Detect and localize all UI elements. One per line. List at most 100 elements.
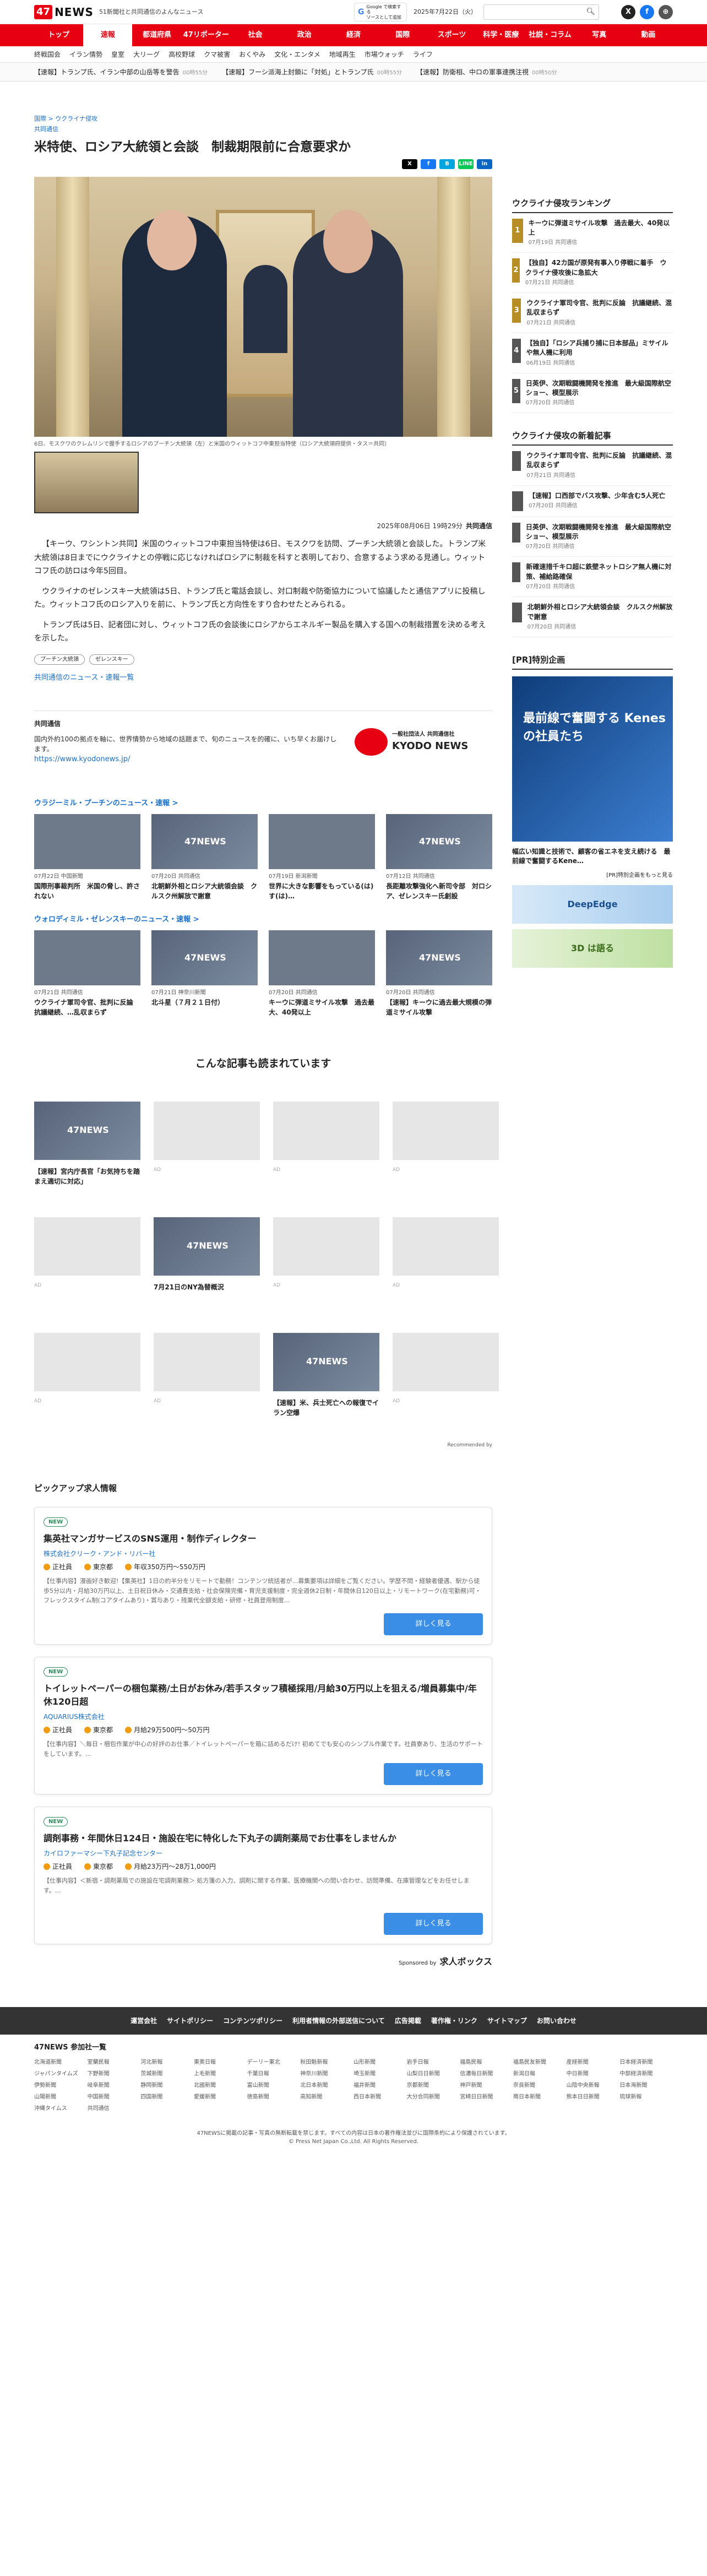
member-link[interactable]: 下野新聞 (88, 2070, 141, 2078)
subnav-item[interactable]: 皇室 (111, 46, 124, 63)
member-link[interactable]: 上毛新聞 (194, 2070, 247, 2078)
photo-thumbnail[interactable] (34, 452, 139, 514)
google-source-badge[interactable]: G Google で検索する ソースとして追加 (354, 2, 407, 22)
news-card[interactable]: 47NEWS 07月20日 共同通信 北朝鮮外相とロシア大統領会談 クルスク州解放で… (151, 814, 258, 901)
job-card[interactable]: NEW 調剤事務・年間休日124日・施設在宅に特化した下丸子の調剤薬局でお仕事をし… (34, 1806, 492, 1944)
member-link[interactable]: 山梨日日新聞 (407, 2070, 460, 2078)
member-link[interactable]: 共同通信 (88, 2105, 141, 2113)
popular-item[interactable]: AD (273, 1101, 379, 1204)
article-photo[interactable] (34, 177, 492, 437)
x-icon[interactable]: X (621, 5, 635, 19)
member-link[interactable]: ジャパンタイムズ (34, 2070, 88, 2078)
member-link[interactable]: 徳島新聞 (247, 2093, 301, 2101)
subnav-item[interactable]: 文化・エンタメ (274, 46, 320, 63)
nav-item[interactable]: 47リポーターズ (182, 24, 231, 61)
nav-item[interactable]: 動画 (624, 24, 673, 46)
subnav-item[interactable]: 高校野球 (168, 46, 195, 63)
job-detail-button[interactable]: 詳しく見る (384, 1762, 483, 1785)
popular-item[interactable]: AD (154, 1101, 260, 1204)
job-title[interactable]: 調剤事務・年間休日124日・施設在宅に特化した下丸子の調剤薬局でお仕事をしません… (43, 1832, 483, 1845)
footer-link[interactable]: コンテンツポリシー (223, 2007, 282, 2035)
kyodo-logo[interactable]: 一般社団法人 共同通信社 KYODO NEWS (355, 719, 492, 765)
member-link[interactable]: 日本海新聞 (619, 2081, 673, 2090)
member-link[interactable]: 産経新聞 (567, 2058, 620, 2067)
member-link[interactable]: 高知新聞 (300, 2093, 354, 2101)
pr-item[interactable]: 幅広い知識と技術で、顧客の省エネを支え続ける 最前線で奮闘するKene… (512, 842, 673, 872)
member-link[interactable]: 北海道新聞 (34, 2058, 88, 2067)
ranking-item[interactable]: 2 【独自】42カ国が原発有事入り停戦に着手 ウクライナ侵攻後に急拡大 07月21日… (512, 253, 673, 294)
subnav-item[interactable]: 終戦国会 (34, 46, 61, 63)
nav-item[interactable]: 速報 (83, 24, 133, 46)
news-card[interactable]: 07月19日 新潟新聞 世界に大きな影響をもっている(は)す(は)… (269, 814, 375, 901)
ranking-item[interactable]: 5 日英伊、次期戦闘機開発を推進 最大級国際航空ショー、模型展示 07月20日 共同… (512, 373, 673, 414)
member-link[interactable]: 北日本新聞 (300, 2081, 354, 2090)
job-card[interactable]: NEW 集英社マンガサービスのSNS運用・制作ディレクター 株式会社クリーク・アンド… (34, 1506, 492, 1645)
member-link[interactable]: 信濃毎日新聞 (460, 2070, 513, 2078)
deepedge-banner[interactable]: DeepEdge (512, 885, 673, 924)
nav-item[interactable]: 社会 (231, 24, 280, 46)
latest-item[interactable]: ウクライナ軍司令官、批判に反論 抗議継続、混乱収まらず 07月21日 共同通信 (512, 446, 673, 486)
latest-item[interactable]: 新確速措千キロ超に鉄壁ネットロシア無人機に対策、補給路確保 07月20日 共同通信 (512, 557, 673, 598)
tag-zelensky[interactable]: ゼレンスキー (89, 654, 134, 665)
member-link[interactable]: 東奥日報 (194, 2058, 247, 2067)
member-link[interactable]: 伊勢新聞 (34, 2081, 88, 2090)
member-link[interactable]: 埼玉新聞 (354, 2070, 407, 2078)
popular-item[interactable]: 47NEWS 【速報】宮内庁長官「お気持ちを踏まえ適切に対応」 (34, 1101, 140, 1204)
member-link[interactable]: 愛媛新聞 (194, 2093, 247, 2101)
subnav-item[interactable]: ライフ (413, 46, 433, 63)
member-link[interactable]: 福島民友新聞 (513, 2058, 567, 2067)
tag-putin[interactable]: プーチン大統領 (34, 654, 85, 665)
popular-item[interactable]: AD (393, 1101, 499, 1204)
member-link[interactable]: 室蘭民報 (88, 2058, 141, 2067)
member-link[interactable]: 秋田魁新報 (300, 2058, 354, 2067)
subnav-item[interactable]: 地域再生 (329, 46, 356, 63)
member-link[interactable]: 山形新聞 (354, 2058, 407, 2067)
nav-item[interactable]: 写真 (575, 24, 624, 46)
member-link[interactable]: 南日本新聞 (513, 2093, 567, 2101)
ticker-item[interactable]: 【速報】防衛相、中ロの軍事連携注視 00時50分 (416, 63, 557, 83)
article-source-label[interactable]: 共同通信 (34, 125, 492, 134)
member-link[interactable]: 沖縄タイムス (34, 2105, 88, 2113)
news-card[interactable]: 07月20日 共同通信 キーウに弾道ミサイル攻撃 過去最大、40発以上 (269, 930, 375, 1017)
member-link[interactable]: 山陽新聞 (34, 2093, 88, 2101)
share-hatena-button[interactable]: B (439, 159, 455, 170)
member-link[interactable]: 大分合同新聞 (407, 2093, 460, 2101)
nav-item[interactable]: 都道府県 (132, 24, 181, 46)
job-card[interactable]: NEW トイレットペーパーの梱包業務/土日がお休み/若手スタッフ積極採用/月給30… (34, 1656, 492, 1794)
ticker-item[interactable]: 【速報】トランプ氏、イラン中部の山岳等を警告 00時55分 (34, 63, 208, 83)
member-link[interactable]: 中部経済新聞 (619, 2070, 673, 2078)
pr-ad[interactable]: 最前線で奮闘する Kenes の社員たち (512, 676, 673, 842)
footer-link[interactable]: 運営会社 (130, 2007, 157, 2035)
news-card[interactable]: 07月21日 共同通信 ウクライナ軍司令官、批判に反論 抗議継続、…乱収まらず (34, 930, 140, 1017)
job-detail-button[interactable]: 詳しく見る (384, 1912, 483, 1935)
member-link[interactable]: 宮崎日日新聞 (460, 2093, 513, 2101)
member-link[interactable]: 岩手日報 (407, 2058, 460, 2067)
nav-item[interactable]: 政治 (280, 24, 329, 46)
popular-item[interactable]: AD (393, 1332, 499, 1435)
share-facebook-button[interactable]: f (421, 159, 436, 170)
pr-more-link[interactable]: [PR]特別企画をもっと見る (512, 871, 673, 880)
job-detail-button[interactable]: 詳しく見る (384, 1613, 483, 1635)
news-card[interactable]: 47NEWS 07月20日 共同通信 【速報】キーウに過去最大規模の弾道ミサイル攻撃 (386, 930, 492, 1017)
member-link[interactable]: 静岡新聞 (140, 2081, 194, 2090)
latest-item[interactable]: 【速報】口西部でバス攻撃、少年含む5人死亡 07月20日 共同通信 (512, 486, 673, 517)
ranking-item[interactable]: 3 ウクライナ軍司令官、批判に反論 抗議継続、混乱収まらず 07月21日 共同通信 (512, 293, 673, 333)
ranking-item[interactable]: 1 キーウに弾道ミサイル攻撃 過去最大、40発以上 07月19日 共同通信 (512, 213, 673, 253)
subnav-item[interactable]: イラン情勢 (69, 46, 102, 63)
nav-item[interactable]: 社説・コラム (525, 24, 574, 46)
member-link[interactable]: 西日本新聞 (354, 2093, 407, 2101)
breadcrumb[interactable]: 国際 > ウクライナ侵攻 (34, 115, 492, 124)
member-link[interactable]: 富山新聞 (247, 2081, 301, 2090)
facebook-icon[interactable]: f (640, 5, 654, 19)
subnav-item[interactable]: 大リーグ (133, 46, 160, 63)
share-line-button[interactable]: LINE (458, 159, 474, 170)
popular-item[interactable]: 47NEWS 【速報】米、兵士死亡への報復でイラン空爆 (273, 1332, 379, 1435)
zelensky-news-title[interactable]: ウォロディミル・ゼレンスキーのニュース・速報 > (34, 914, 492, 925)
share-linkedin-button[interactable]: in (477, 159, 492, 170)
ticker-item[interactable]: 【速報】フーシ派海上封鎖に「対処」とトランプ氏 00時55分 (222, 63, 402, 83)
popular-item[interactable]: 47NEWS 7月21日のNY為替概況 (154, 1217, 260, 1320)
sponsor[interactable]: Sponsored by 求人ボックス (34, 1955, 492, 1968)
member-link[interactable]: 福井新聞 (354, 2081, 407, 2090)
footer-link[interactable]: サイトマップ (487, 2007, 527, 2035)
subnav-item[interactable]: 市場ウォッチ (365, 46, 404, 63)
